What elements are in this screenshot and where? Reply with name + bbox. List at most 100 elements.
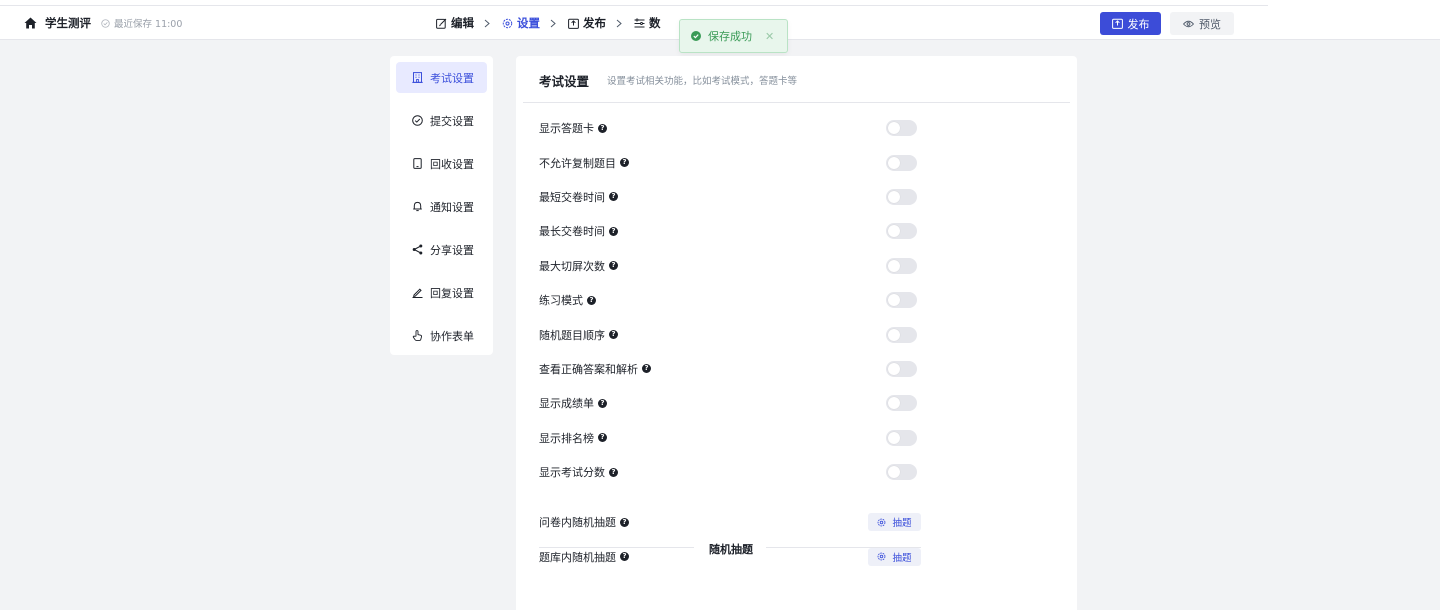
sidebar-item-collection-settings[interactable]: 回收设置 xyxy=(396,148,487,179)
step-label: 编辑 xyxy=(451,16,474,30)
panel-subtitle: 设置考试相关功能，比如考试模式，答题卡等 xyxy=(607,76,798,87)
publish-button[interactable]: 发布 xyxy=(1100,12,1161,35)
brand: 学生测评 最近保存 11:00 xyxy=(24,15,182,31)
sidebar-item-label: 协作表单 xyxy=(430,329,474,343)
sidebar-item-notification-settings[interactable]: 通知设置 xyxy=(396,191,487,222)
setting-row: 显示成绩单? xyxy=(539,386,939,420)
step-label: 发布 xyxy=(583,16,606,30)
help-icon[interactable]: ? xyxy=(587,295,596,305)
help-icon[interactable]: ? xyxy=(620,158,629,168)
random-draw-row: 问卷内随机抽题? 抽题 xyxy=(539,505,921,539)
help-icon[interactable]: ? xyxy=(620,552,629,562)
setting-label-text: 显示成绩单 xyxy=(539,397,594,411)
setting-label-text: 显示考试分数 xyxy=(539,466,605,480)
step-label: 设置 xyxy=(517,16,540,30)
eye-icon xyxy=(1183,20,1194,28)
setting-label: 显示考试分数? xyxy=(539,464,618,480)
help-icon[interactable]: ? xyxy=(598,398,607,408)
toggle-switch[interactable] xyxy=(886,326,917,343)
draw-questions-button[interactable]: 抽题 xyxy=(868,513,921,532)
tablet-icon xyxy=(412,158,423,169)
sidebar-item-label: 回收设置 xyxy=(430,157,474,171)
close-icon[interactable]: ✕ xyxy=(765,30,774,43)
toggle-switch[interactable] xyxy=(886,223,917,240)
setting-row: 随机题目顺序? xyxy=(539,317,939,351)
hand-pointer-icon xyxy=(412,330,423,341)
help-icon[interactable]: ? xyxy=(609,226,618,236)
help-icon[interactable]: ? xyxy=(598,123,607,133)
sidebar-item-label: 通知设置 xyxy=(430,200,474,214)
toggle-switch[interactable] xyxy=(886,360,917,377)
toggle-switch[interactable] xyxy=(886,120,917,137)
help-icon[interactable]: ? xyxy=(620,517,629,527)
chevron-right-icon xyxy=(616,19,622,28)
step-edit[interactable]: 编辑 xyxy=(436,15,474,31)
sidebar-item-reply-settings[interactable]: 回复设置 xyxy=(396,277,487,308)
setting-row: 显示答题卡? xyxy=(539,111,939,145)
toast-message: 保存成功 xyxy=(708,30,752,43)
setting-label: 最短交卷时间? xyxy=(539,189,618,205)
setting-label: 显示答题卡? xyxy=(539,120,607,136)
save-status-text: 最近保存 11:00 xyxy=(114,19,183,30)
edit-icon xyxy=(436,18,447,29)
help-icon[interactable]: ? xyxy=(609,467,618,477)
help-icon[interactable]: ? xyxy=(642,364,651,374)
sidebar-item-share-settings[interactable]: 分享设置 xyxy=(396,234,487,265)
setting-label-text: 显示排名榜 xyxy=(539,431,594,445)
toggle-switch[interactable] xyxy=(886,257,917,274)
step-label: 数 xyxy=(649,16,661,30)
draw-questions-button[interactable]: 抽题 xyxy=(868,547,921,566)
sidebar-item-submit-settings[interactable]: 提交设置 xyxy=(396,105,487,136)
setting-row: 练习模式? xyxy=(539,283,939,317)
help-icon[interactable]: ? xyxy=(598,433,607,443)
toggle-switch[interactable] xyxy=(886,464,917,481)
panel-header: 考试设置 设置考试相关功能，比如考试模式，答题卡等 xyxy=(523,56,1070,103)
sidebar-item-collab-form[interactable]: 协作表单 xyxy=(396,320,487,351)
setting-row: 最短交卷时间? xyxy=(539,180,939,214)
toggle-switch[interactable] xyxy=(886,395,917,412)
chevron-right-icon xyxy=(484,19,490,28)
setting-label-text: 题库内随机抽题 xyxy=(539,550,616,564)
gear-icon xyxy=(502,18,513,29)
setting-label: 最大切屏次数? xyxy=(539,258,618,274)
setting-label-text: 查看正确答案和解析 xyxy=(539,362,638,376)
settings-list: 显示答题卡? 不允许复制题目? 最短交卷时间? 最长交卷时间? 最大切屏次数? … xyxy=(539,111,939,489)
building-icon xyxy=(412,72,423,83)
preview-button-label: 预览 xyxy=(1199,17,1221,31)
home-icon[interactable] xyxy=(24,17,37,29)
toggle-switch[interactable] xyxy=(886,154,917,171)
help-icon[interactable]: ? xyxy=(609,261,618,271)
success-toast: 保存成功 ✕ xyxy=(679,19,788,53)
check-circle-icon xyxy=(101,18,110,28)
toggle-switch[interactable] xyxy=(886,292,917,309)
setting-row: 显示排名榜? xyxy=(539,421,939,455)
setting-label-text: 最长交卷时间 xyxy=(539,225,605,239)
preview-button[interactable]: 预览 xyxy=(1170,12,1234,35)
step-settings[interactable]: 设置 xyxy=(502,15,540,31)
share-box-icon xyxy=(1111,18,1123,29)
publish-button-label: 发布 xyxy=(1127,17,1150,31)
share-box-icon xyxy=(568,18,579,29)
check-circle-icon xyxy=(412,115,423,126)
setting-row: 最长交卷时间? xyxy=(539,214,939,248)
step-publish[interactable]: 发布 xyxy=(568,15,606,31)
draw-button-label: 抽题 xyxy=(892,552,912,564)
setting-label: 显示成绩单? xyxy=(539,395,607,411)
gear-icon xyxy=(877,552,886,561)
settings-panel: 考试设置 设置考试相关功能，比如考试模式，答题卡等 显示答题卡? 不允许复制题目… xyxy=(516,56,1077,610)
form-title: 学生测评 xyxy=(45,16,91,30)
pen-icon xyxy=(412,287,423,298)
help-icon[interactable]: ? xyxy=(609,192,618,202)
setting-label: 练习模式? xyxy=(539,292,596,308)
toggle-switch[interactable] xyxy=(886,429,917,446)
step-nav: 编辑 设置 发布 数 xyxy=(436,15,661,31)
toggle-switch[interactable] xyxy=(886,188,917,205)
setting-label-text: 练习模式 xyxy=(539,294,583,308)
bell-icon xyxy=(412,201,423,212)
step-data[interactable]: 数 xyxy=(634,15,661,31)
help-icon[interactable]: ? xyxy=(609,330,618,340)
share-icon xyxy=(412,244,423,255)
sidebar-item-exam-settings[interactable]: 考试设置 xyxy=(396,62,487,93)
draw-button-label: 抽题 xyxy=(892,518,912,530)
setting-row: 显示考试分数? xyxy=(539,455,939,489)
